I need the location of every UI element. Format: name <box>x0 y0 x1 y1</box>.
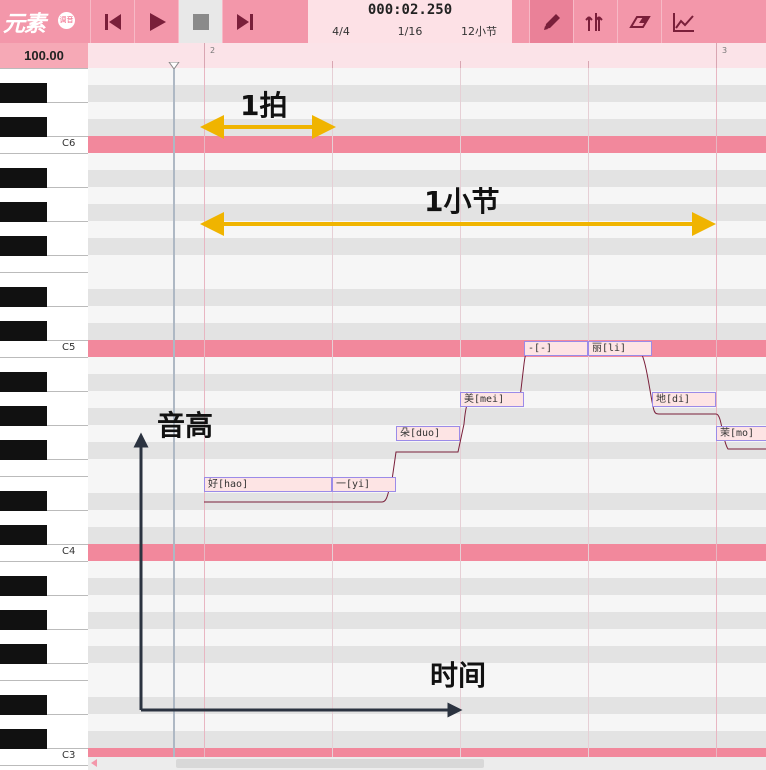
black-key[interactable] <box>0 287 47 307</box>
time-display: 000:02.250 <box>367 2 453 18</box>
pitch-annotation: 音高 <box>157 409 214 442</box>
split-tool-button[interactable] <box>573 0 617 43</box>
scroll-thumb[interactable] <box>176 759 484 768</box>
beat-tick <box>588 61 589 68</box>
scroll-left-icon[interactable] <box>91 759 97 767</box>
eraser-tool-button[interactable] <box>617 0 661 43</box>
note-block[interactable]: 一[yi] <box>332 477 396 492</box>
black-key[interactable] <box>0 168 47 188</box>
white-key[interactable] <box>0 459 88 475</box>
note-block[interactable]: 好[hao] <box>204 477 332 492</box>
note-block[interactable]: 丽[li] <box>588 341 652 356</box>
black-key[interactable] <box>0 83 47 103</box>
white-key[interactable] <box>0 663 88 679</box>
note-block[interactable]: 地[di] <box>652 392 716 407</box>
skip-forward-icon <box>236 13 253 30</box>
white-key[interactable] <box>0 272 88 288</box>
bar-line-marker <box>204 43 205 68</box>
octave-label: C5 <box>62 342 76 353</box>
toolbar: 元素 调音 000:02.250 4/4 1/16 12小节 <box>0 0 766 43</box>
black-key[interactable] <box>0 372 47 392</box>
black-key[interactable] <box>0 695 47 715</box>
bar-label: 3 <box>722 46 728 55</box>
black-key[interactable] <box>0 644 47 664</box>
split-icon <box>584 12 603 31</box>
logo-text: 元素 <box>3 12 46 37</box>
transport-display: 000:02.250 4/4 1/16 12小节 <box>308 0 512 43</box>
white-key[interactable] <box>0 425 88 441</box>
pencil-icon <box>543 13 560 30</box>
time-signature[interactable]: 4/4 <box>308 24 374 39</box>
black-key[interactable] <box>0 440 47 460</box>
piano-keyboard[interactable]: C6 C5 C4 C3 <box>0 68 88 770</box>
white-key[interactable] <box>0 153 88 169</box>
timeline-ruler[interactable]: 2 3 <box>88 43 766 68</box>
black-key[interactable] <box>0 202 47 222</box>
white-key[interactable] <box>0 357 88 373</box>
white-key[interactable] <box>0 714 88 730</box>
white-key[interactable] <box>0 629 88 645</box>
octave-label: C4 <box>62 546 76 557</box>
white-key[interactable] <box>0 765 88 770</box>
white-key[interactable] <box>0 391 88 407</box>
quantize-selector[interactable]: 1/16 <box>376 24 444 39</box>
time-annotation: 时间 <box>430 659 487 692</box>
play-icon <box>149 12 166 31</box>
black-key[interactable] <box>0 525 47 545</box>
white-key[interactable] <box>0 561 88 577</box>
white-key[interactable] <box>0 306 88 322</box>
black-key[interactable] <box>0 610 47 630</box>
white-key[interactable] <box>0 221 88 237</box>
white-key[interactable] <box>0 255 88 271</box>
white-key[interactable] <box>0 476 88 492</box>
play-button[interactable] <box>134 0 178 43</box>
white-key[interactable] <box>0 102 88 118</box>
note-block[interactable]: 美[mei] <box>460 392 524 407</box>
white-key[interactable] <box>0 680 88 696</box>
bar-label: 2 <box>210 46 216 55</box>
zoom-level[interactable]: 100.00 <box>0 43 88 68</box>
curve-icon <box>672 12 694 32</box>
logo-badge: 调音 <box>58 12 75 29</box>
eraser-icon <box>628 15 651 28</box>
beat-tick <box>460 61 461 68</box>
black-key[interactable] <box>0 117 47 137</box>
beat-annotation: 1拍 <box>240 89 288 122</box>
stop-button[interactable] <box>178 0 222 43</box>
app-logo: 元素 调音 <box>0 0 88 43</box>
white-key[interactable] <box>0 68 88 84</box>
horizontal-scrollbar[interactable] <box>88 757 766 770</box>
skip-to-end-button[interactable] <box>222 0 266 43</box>
black-key[interactable] <box>0 491 47 511</box>
bar-count[interactable]: 12小节 <box>446 24 512 39</box>
octave-label: C3 <box>62 750 76 761</box>
black-key[interactable] <box>0 729 47 749</box>
black-key[interactable] <box>0 406 47 426</box>
octave-label: C6 <box>62 138 76 149</box>
black-key[interactable] <box>0 236 47 256</box>
white-key[interactable] <box>0 187 88 203</box>
note-block[interactable]: -[-] <box>524 341 588 356</box>
note-block[interactable]: 茉[mo] <box>716 426 766 441</box>
beat-tick <box>332 61 333 68</box>
stop-icon <box>192 13 209 30</box>
pencil-tool-button[interactable] <box>529 0 573 43</box>
skip-back-icon <box>104 13 121 30</box>
bar-line-marker <box>716 43 717 68</box>
white-key[interactable] <box>0 595 88 611</box>
bar-annotation: 1小节 <box>424 185 500 218</box>
black-key[interactable] <box>0 321 47 341</box>
black-key[interactable] <box>0 576 47 596</box>
pitch-curve-tool-button[interactable] <box>661 0 705 43</box>
skip-to-start-button[interactable] <box>90 0 134 43</box>
white-key[interactable] <box>0 510 88 526</box>
note-block[interactable]: 朵[duo] <box>396 426 460 441</box>
